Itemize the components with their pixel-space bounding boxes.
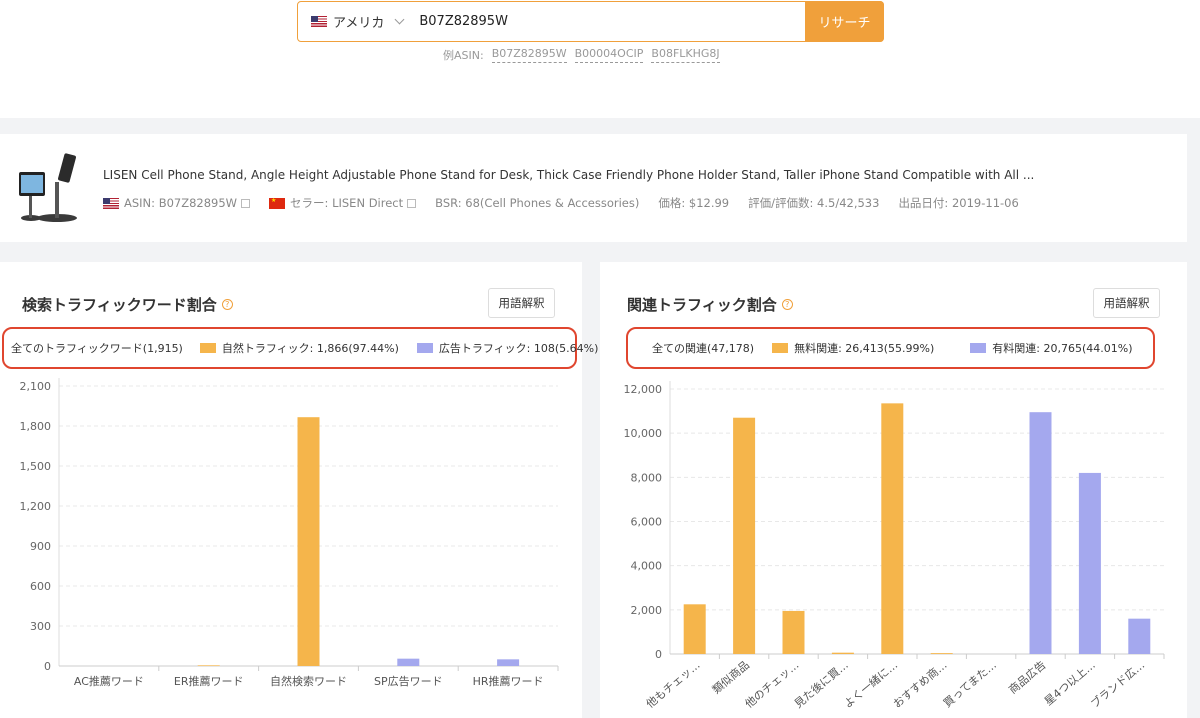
us-flag-icon	[311, 16, 327, 27]
product-meta: ASIN: B07Z82895W セラー: LISEN Direct BSR: …	[103, 195, 1019, 211]
bar[interactable]	[930, 653, 953, 654]
y-tick-label: 4,000	[631, 560, 663, 573]
bar[interactable]	[881, 403, 904, 654]
market-select[interactable]: アメリカ	[333, 12, 384, 31]
y-tick-label: 1,500	[20, 460, 52, 473]
product-price: 価格: $12.99	[658, 196, 730, 210]
bar[interactable]	[683, 604, 706, 654]
legend-total[interactable]: 全てのトラフィックワード(1,915)	[11, 340, 183, 356]
legend-swatch	[772, 343, 789, 353]
bar[interactable]	[197, 665, 220, 666]
x-tick-label: 商品広告	[1006, 658, 1049, 697]
bar[interactable]	[297, 417, 320, 666]
related-traffic-panel: 関連トラフィック割合 ? 用語解釈 全ての関連(47,178) 無料関連: 26…	[600, 262, 1187, 718]
product-rating: 評価/評価数: 4.5/42,533	[748, 196, 880, 210]
y-tick-label: 10,000	[624, 427, 663, 440]
y-tick-label: 900	[30, 540, 51, 553]
y-tick-label: 0	[44, 660, 51, 673]
glossary-button[interactable]: 用語解釈	[1093, 288, 1160, 318]
bar[interactable]	[831, 652, 854, 654]
product-image	[19, 153, 77, 222]
example-asin-link[interactable]: B07Z82895W	[491, 47, 567, 63]
y-tick-label: 2,100	[20, 380, 52, 393]
bar[interactable]	[1078, 472, 1101, 654]
legend-swatch	[970, 343, 987, 353]
search-section: アメリカ リサーチ 例ASIN: B07Z82895W B00004OCIP B…	[0, 0, 1200, 118]
glossary-button[interactable]: 用語解釈	[488, 288, 555, 318]
legend-free-label: 無料関連: 26,413(55.99%)	[794, 342, 935, 355]
y-tick-label: 12,000	[624, 383, 663, 396]
search-traffic-panel: 検索トラフィックワード割合 ? 用語解釈 全てのトラフィックワード(1,915)…	[0, 262, 598, 718]
legend-paid[interactable]: 有料関連: 20,765(44.01%)	[970, 340, 1133, 356]
y-tick-label: 1,200	[20, 500, 52, 513]
x-tick-label: 他もチェッ…	[644, 658, 703, 710]
legend-free[interactable]: 無料関連: 26,413(55.99%)	[772, 340, 934, 356]
y-tick-label: 0	[655, 648, 662, 661]
example-asins: 例ASIN: B07Z82895W B00004OCIP B08FLKHG8J	[443, 47, 720, 63]
legend-ad-label: 広告トラフィック: 108(5.64%)	[438, 342, 599, 355]
x-tick-label: ブランド広…	[1088, 658, 1148, 711]
bar[interactable]	[397, 658, 420, 666]
x-tick-label: ER推薦ワード	[174, 674, 244, 688]
related-traffic-chart: 0 2,000 4,000 6,000 8,000 10,000 12,000 他もチェッ… 類…	[624, 381, 1165, 711]
related-legend: 全ての関連(47,178) 無料関連: 26,413(55.99%) 有料関連:…	[626, 327, 1155, 369]
external-link-icon[interactable]	[407, 198, 417, 208]
product-title[interactable]: LISEN Cell Phone Stand, Angle Height Adj…	[103, 168, 1034, 182]
asin-input[interactable]	[419, 14, 790, 29]
x-tick-label: HR推薦ワード	[473, 674, 544, 688]
legend-swatch	[416, 343, 433, 353]
search-bar: アメリカ リサーチ	[297, 1, 884, 42]
bar[interactable]	[782, 610, 805, 654]
y-tick-label: 2,000	[631, 604, 663, 617]
help-icon[interactable]: ?	[221, 299, 233, 310]
bar[interactable]	[733, 417, 756, 654]
panel-title: 検索トラフィックワード割合 ?	[22, 294, 233, 315]
legend-ad[interactable]: 広告トラフィック: 108(5.64%)	[416, 340, 599, 356]
x-tick-label: SP広告ワード	[374, 675, 443, 688]
legend-organic-label: 自然トラフィック: 1,866(97.44%)	[221, 342, 399, 355]
panel-title-text: 関連トラフィック割合	[627, 296, 777, 314]
example-asin-link[interactable]: B08FLKHG8J	[651, 47, 720, 63]
research-button[interactable]: リサーチ	[805, 1, 884, 42]
panel-title: 関連トラフィック割合 ?	[627, 294, 793, 315]
x-tick-label: AC推薦ワード	[74, 674, 144, 688]
search-traffic-chart: 0 300 600 900 1,200 1,500 1,800 2,100 AC推薦ワード ER推…	[20, 378, 559, 688]
bar[interactable]	[1128, 618, 1151, 654]
examples-label: 例ASIN:	[443, 49, 484, 62]
bar[interactable]	[497, 659, 520, 666]
product-date: 出品日付: 2019-11-06	[898, 196, 1019, 210]
x-tick-label: 自然検索ワード	[270, 674, 347, 688]
legend-organic[interactable]: 自然トラフィック: 1,866(97.44%)	[199, 340, 399, 356]
traffic-legend: 全てのトラフィックワード(1,915) 自然トラフィック: 1,866(97.4…	[2, 327, 598, 369]
x-tick-label: 類似商品	[709, 658, 752, 697]
x-tick-label: 買ってまた…	[941, 658, 999, 710]
y-tick-label: 300	[30, 620, 51, 633]
y-tick-label: 600	[30, 580, 51, 593]
legend-total[interactable]: 全ての関連(47,178)	[652, 340, 754, 356]
x-tick-label: おすすめ商…	[890, 658, 950, 711]
external-link-icon[interactable]	[241, 198, 251, 208]
y-tick-label: 6,000	[631, 516, 663, 529]
legend-swatch	[199, 343, 216, 353]
us-flag-icon	[103, 197, 119, 209]
cn-flag-icon	[269, 197, 286, 209]
product-seller: セラー: LISEN Direct	[290, 196, 404, 210]
product-asin: ASIN: B07Z82895W	[124, 196, 238, 210]
chevron-down-icon[interactable]	[394, 14, 405, 25]
panel-title-text: 検索トラフィックワード割合	[22, 296, 217, 314]
bar[interactable]	[1029, 412, 1052, 654]
y-tick-label: 1,800	[20, 420, 52, 433]
product-card: LISEN Cell Phone Stand, Angle Height Adj…	[0, 134, 1187, 242]
legend-paid-label: 有料関連: 20,765(44.01%)	[992, 342, 1133, 355]
y-tick-label: 8,000	[631, 471, 663, 484]
product-bsr: BSR: 68(Cell Phones & Accessories)	[435, 196, 640, 210]
example-asin-link[interactable]: B00004OCIP	[574, 47, 644, 63]
help-icon[interactable]: ?	[781, 299, 793, 310]
